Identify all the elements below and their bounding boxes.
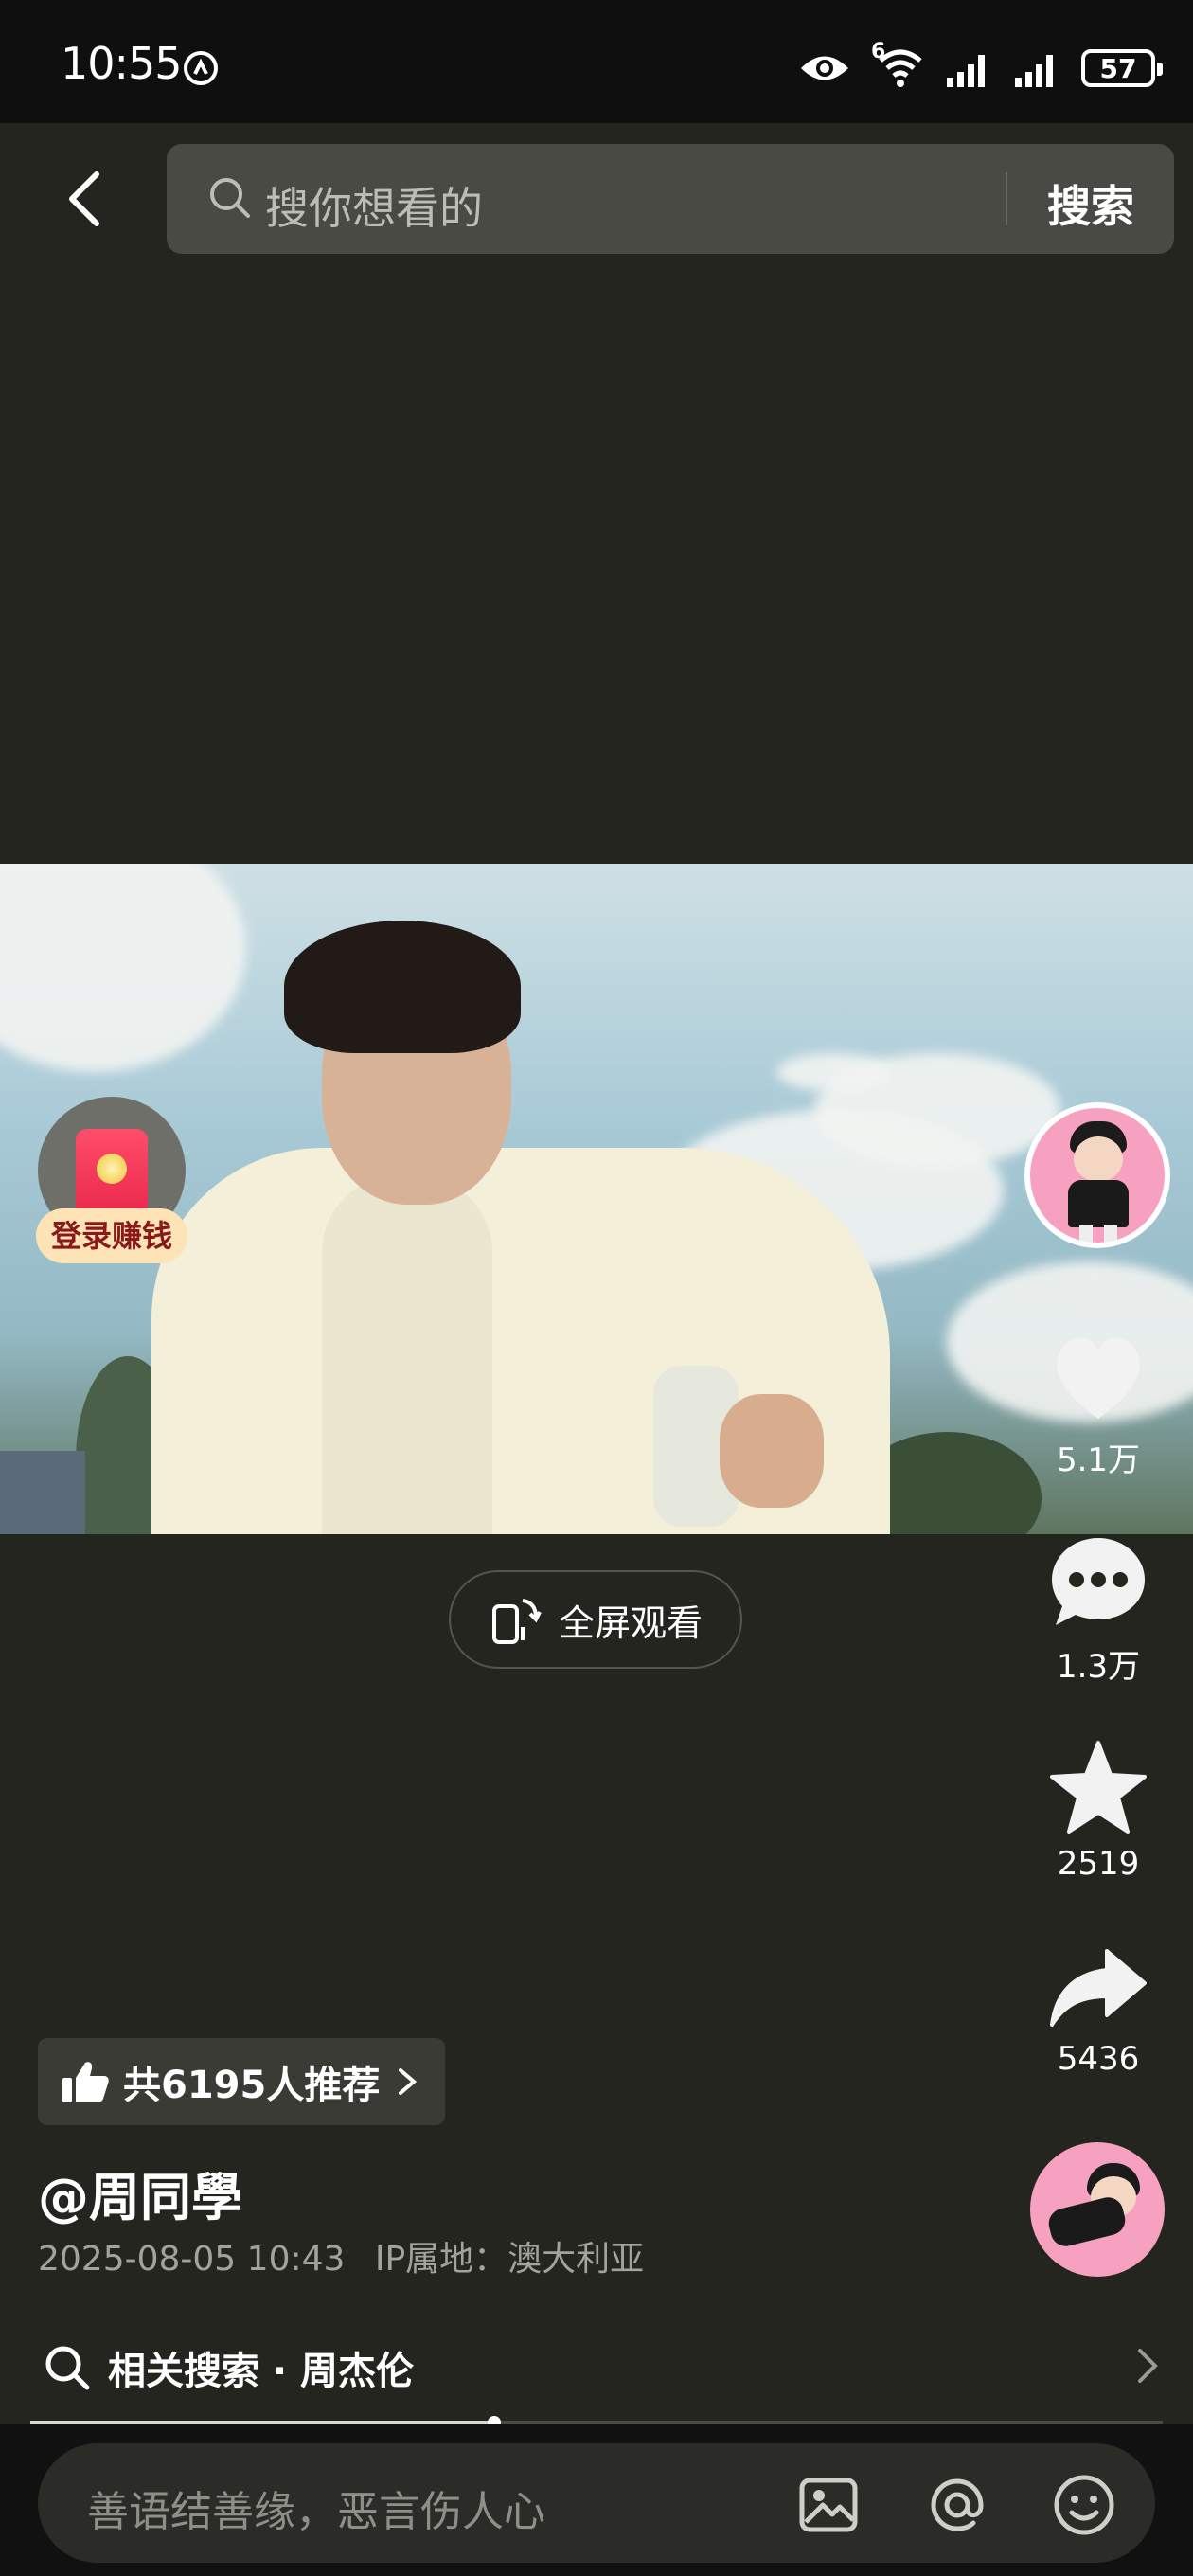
chevron-right-icon — [399, 2068, 418, 2095]
emoji-icon — [1054, 2475, 1114, 2535]
ip-location: IP属地：澳大利亚 — [374, 2240, 645, 2279]
status-time: 10:55 — [61, 38, 183, 89]
star-icon — [1050, 1741, 1147, 1834]
chevron-right-icon — [1138, 2349, 1158, 2383]
at-icon — [931, 2478, 984, 2531]
chevron-left-icon — [69, 171, 99, 226]
wifi-icon: 6 — [871, 40, 924, 89]
rotate-screen-icon — [491, 1599, 542, 1644]
author-avatar[interactable] — [1024, 1102, 1170, 1248]
sync-icon — [184, 51, 218, 85]
share-count: 5436 — [1057, 2040, 1140, 2078]
comment-placeholder: 善语结善缘，恶言伤人心 — [87, 2488, 545, 2536]
battery-indicator: 57 — [1081, 49, 1163, 87]
recommend-badge[interactable]: 共6195人推荐 — [38, 2038, 445, 2125]
coin-icon — [97, 1154, 127, 1184]
author-name[interactable]: @周同學 — [38, 2156, 242, 2230]
fullscreen-button[interactable]: 全屏观看 — [449, 1570, 742, 1669]
eye-icon — [801, 56, 848, 80]
top-bar: 搜你想看的 搜索 — [0, 123, 1193, 275]
related-search[interactable]: 相关搜索 · 周杰伦 — [44, 2339, 1161, 2396]
search-input[interactable]: 搜你想看的 搜索 — [167, 144, 1174, 254]
search-divider — [1006, 172, 1007, 225]
image-button[interactable] — [795, 2472, 862, 2538]
like-count: 5.1万 — [1056, 1441, 1141, 1479]
favorite-button[interactable]: 2519 — [1032, 1739, 1165, 1883]
thumbs-up-icon — [62, 2062, 109, 2102]
comment-icon — [1052, 1538, 1145, 1625]
comment-count: 1.3万 — [1056, 1648, 1141, 1686]
comment-button[interactable]: 1.3万 — [1032, 1532, 1165, 1687]
heart-icon — [1057, 1337, 1140, 1419]
favorite-count: 2519 — [1057, 1845, 1140, 1883]
signal-icon-2 — [1015, 55, 1053, 87]
like-button[interactable]: 5.1万 — [1032, 1330, 1165, 1480]
search-placeholder: 搜你想看的 — [265, 183, 483, 234]
fullscreen-label: 全屏观看 — [558, 1601, 703, 1644]
search-icon-related — [45, 2346, 90, 2390]
redpacket-label: 登录赚钱 — [36, 1208, 187, 1263]
post-date: 2025-08-05 10:43 — [38, 2240, 346, 2279]
share-button[interactable]: 5436 — [1032, 1945, 1165, 2078]
login-earn-redpacket[interactable]: 登录赚钱 — [36, 1097, 187, 1267]
signal-icon — [947, 55, 985, 87]
avatar-image — [1030, 1108, 1165, 1243]
mention-button[interactable] — [924, 2472, 990, 2538]
status-bar: 10:55 6 57 — [0, 0, 1193, 123]
status-icons: 6 57 — [799, 40, 1163, 97]
post-meta: 2025-08-05 10:43 IP属地：澳大利亚 — [38, 2231, 663, 2281]
music-avatar[interactable] — [1030, 2142, 1165, 2277]
bottom-bar: 善语结善缘，恶言伤人心 — [0, 2424, 1193, 2576]
related-search-text: 相关搜索 · 周杰伦 — [108, 2350, 415, 2393]
share-icon — [1050, 1949, 1147, 2027]
search-icon — [210, 178, 250, 218]
search-button[interactable]: 搜索 — [1047, 172, 1134, 235]
comment-input[interactable]: 善语结善缘，恶言伤人心 — [38, 2443, 1155, 2563]
recommend-text: 共6195人推荐 — [123, 2064, 381, 2107]
back-button[interactable] — [45, 161, 121, 237]
image-icon — [799, 2478, 858, 2532]
emoji-button[interactable] — [1051, 2472, 1117, 2538]
